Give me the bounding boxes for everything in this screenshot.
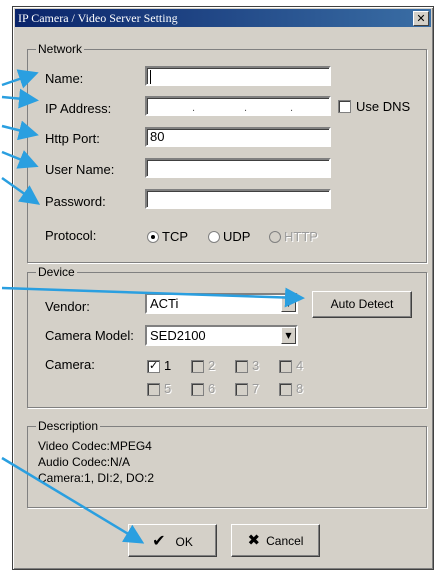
auto-detect-label: Auto Detect [330, 297, 394, 311]
camera-checkbox-5 [147, 383, 160, 396]
protocol-label-tcp[interactable]: TCP [162, 230, 188, 244]
camera-label-7: 7 [252, 381, 260, 396]
http-port-label: Http Port: [45, 131, 100, 146]
camera-checkbox-8 [279, 383, 292, 396]
device-group: Device Vendor: ACTi ▼ Auto Detect Camera… [27, 265, 427, 408]
ip-dot-3: . [290, 102, 294, 114]
camera-checkbox-6 [191, 383, 204, 396]
text-caret [150, 69, 151, 84]
camera-checkbox-7 [235, 383, 248, 396]
camera-label-3: 3 [252, 358, 260, 373]
camera-checkbox-2 [191, 360, 204, 373]
user-name-label: User Name: [45, 162, 115, 177]
camera-checkbox-4 [279, 360, 292, 373]
x-icon: ✖ [247, 531, 261, 549]
camera-label-4: 4 [296, 358, 304, 373]
device-legend: Device [36, 265, 77, 279]
camera-checkbox-1[interactable]: ✓ [147, 359, 160, 373]
description-legend: Description [36, 419, 101, 433]
ip-address-label: IP Address: [45, 101, 112, 116]
camera-label: Camera: [45, 357, 95, 372]
camera-label-5: 5 [164, 381, 172, 396]
auto-detect-button[interactable]: Auto Detect [312, 291, 412, 318]
protocol-label-udp[interactable]: UDP [223, 230, 250, 244]
settings-dialog: IP Camera / Video Server Setting ✕ Netwo… [12, 6, 434, 570]
vendor-value: ACTi [150, 296, 179, 311]
user-name-field[interactable] [145, 158, 331, 178]
vendor-select[interactable]: ACTi ▼ [145, 293, 298, 314]
protocol-radio-tcp[interactable] [147, 231, 159, 243]
radio-selected-dot [151, 235, 155, 239]
camera-label-2: 2 [208, 358, 216, 373]
chevron-down-icon[interactable]: ▼ [281, 327, 296, 344]
name-label: Name: [45, 71, 84, 86]
vendor-label: Vendor: [45, 299, 90, 314]
http-port-field[interactable]: 80 [145, 127, 331, 147]
description-line-video-codec: Video Codec:MPEG4 [38, 439, 152, 453]
description-line-camera-io: Camera:1, DI:2, DO:2 [38, 471, 155, 485]
close-icon: ✕ [416, 12, 426, 25]
ip-dot-2: . [244, 102, 248, 114]
ip-dot-1: . [192, 102, 196, 114]
network-group: Network Name: IP Address: . . . Use DNS … [27, 42, 427, 263]
use-dns-checkbox[interactable] [338, 100, 351, 113]
use-dns-label[interactable]: Use DNS [356, 100, 410, 114]
camera-label-1[interactable]: 1 [164, 359, 171, 373]
ok-label: OK [175, 535, 193, 549]
network-legend: Network [36, 42, 85, 56]
password-label: Password: [45, 194, 106, 209]
camera-label-6: 6 [208, 381, 216, 396]
protocol-label-http: HTTP [284, 229, 318, 244]
name-field[interactable] [145, 66, 331, 86]
camera-model-value: SED2100 [150, 328, 206, 343]
protocol-radio-udp[interactable] [208, 231, 220, 243]
camera-model-select[interactable]: SED2100 ▼ [145, 325, 298, 346]
check-icon: ✓ [149, 359, 159, 372]
checkmark-icon: ✔ [152, 531, 166, 550]
cancel-label: Cancel [266, 534, 304, 548]
description-line-audio-codec: Audio Codec:N/A [38, 455, 131, 469]
description-group: Description Video Codec:MPEG4 Audio Code… [27, 419, 427, 508]
close-button[interactable]: ✕ [413, 11, 429, 26]
camera-model-label: Camera Model: [45, 328, 134, 343]
ok-button[interactable]: ✔ OK [128, 524, 217, 557]
camera-label-8: 8 [296, 381, 304, 396]
title-bar: IP Camera / Video Server Setting ✕ [15, 9, 431, 27]
camera-checkbox-3 [235, 360, 248, 373]
password-field[interactable] [145, 189, 331, 209]
protocol-radio-http [269, 231, 281, 243]
chevron-down-icon[interactable]: ▼ [281, 295, 296, 312]
protocol-label: Protocol: [45, 228, 97, 243]
window-title: IP Camera / Video Server Setting [18, 11, 178, 25]
ip-address-field[interactable]: . . . [145, 96, 331, 116]
cancel-button[interactable]: ✖ Cancel [231, 524, 320, 557]
